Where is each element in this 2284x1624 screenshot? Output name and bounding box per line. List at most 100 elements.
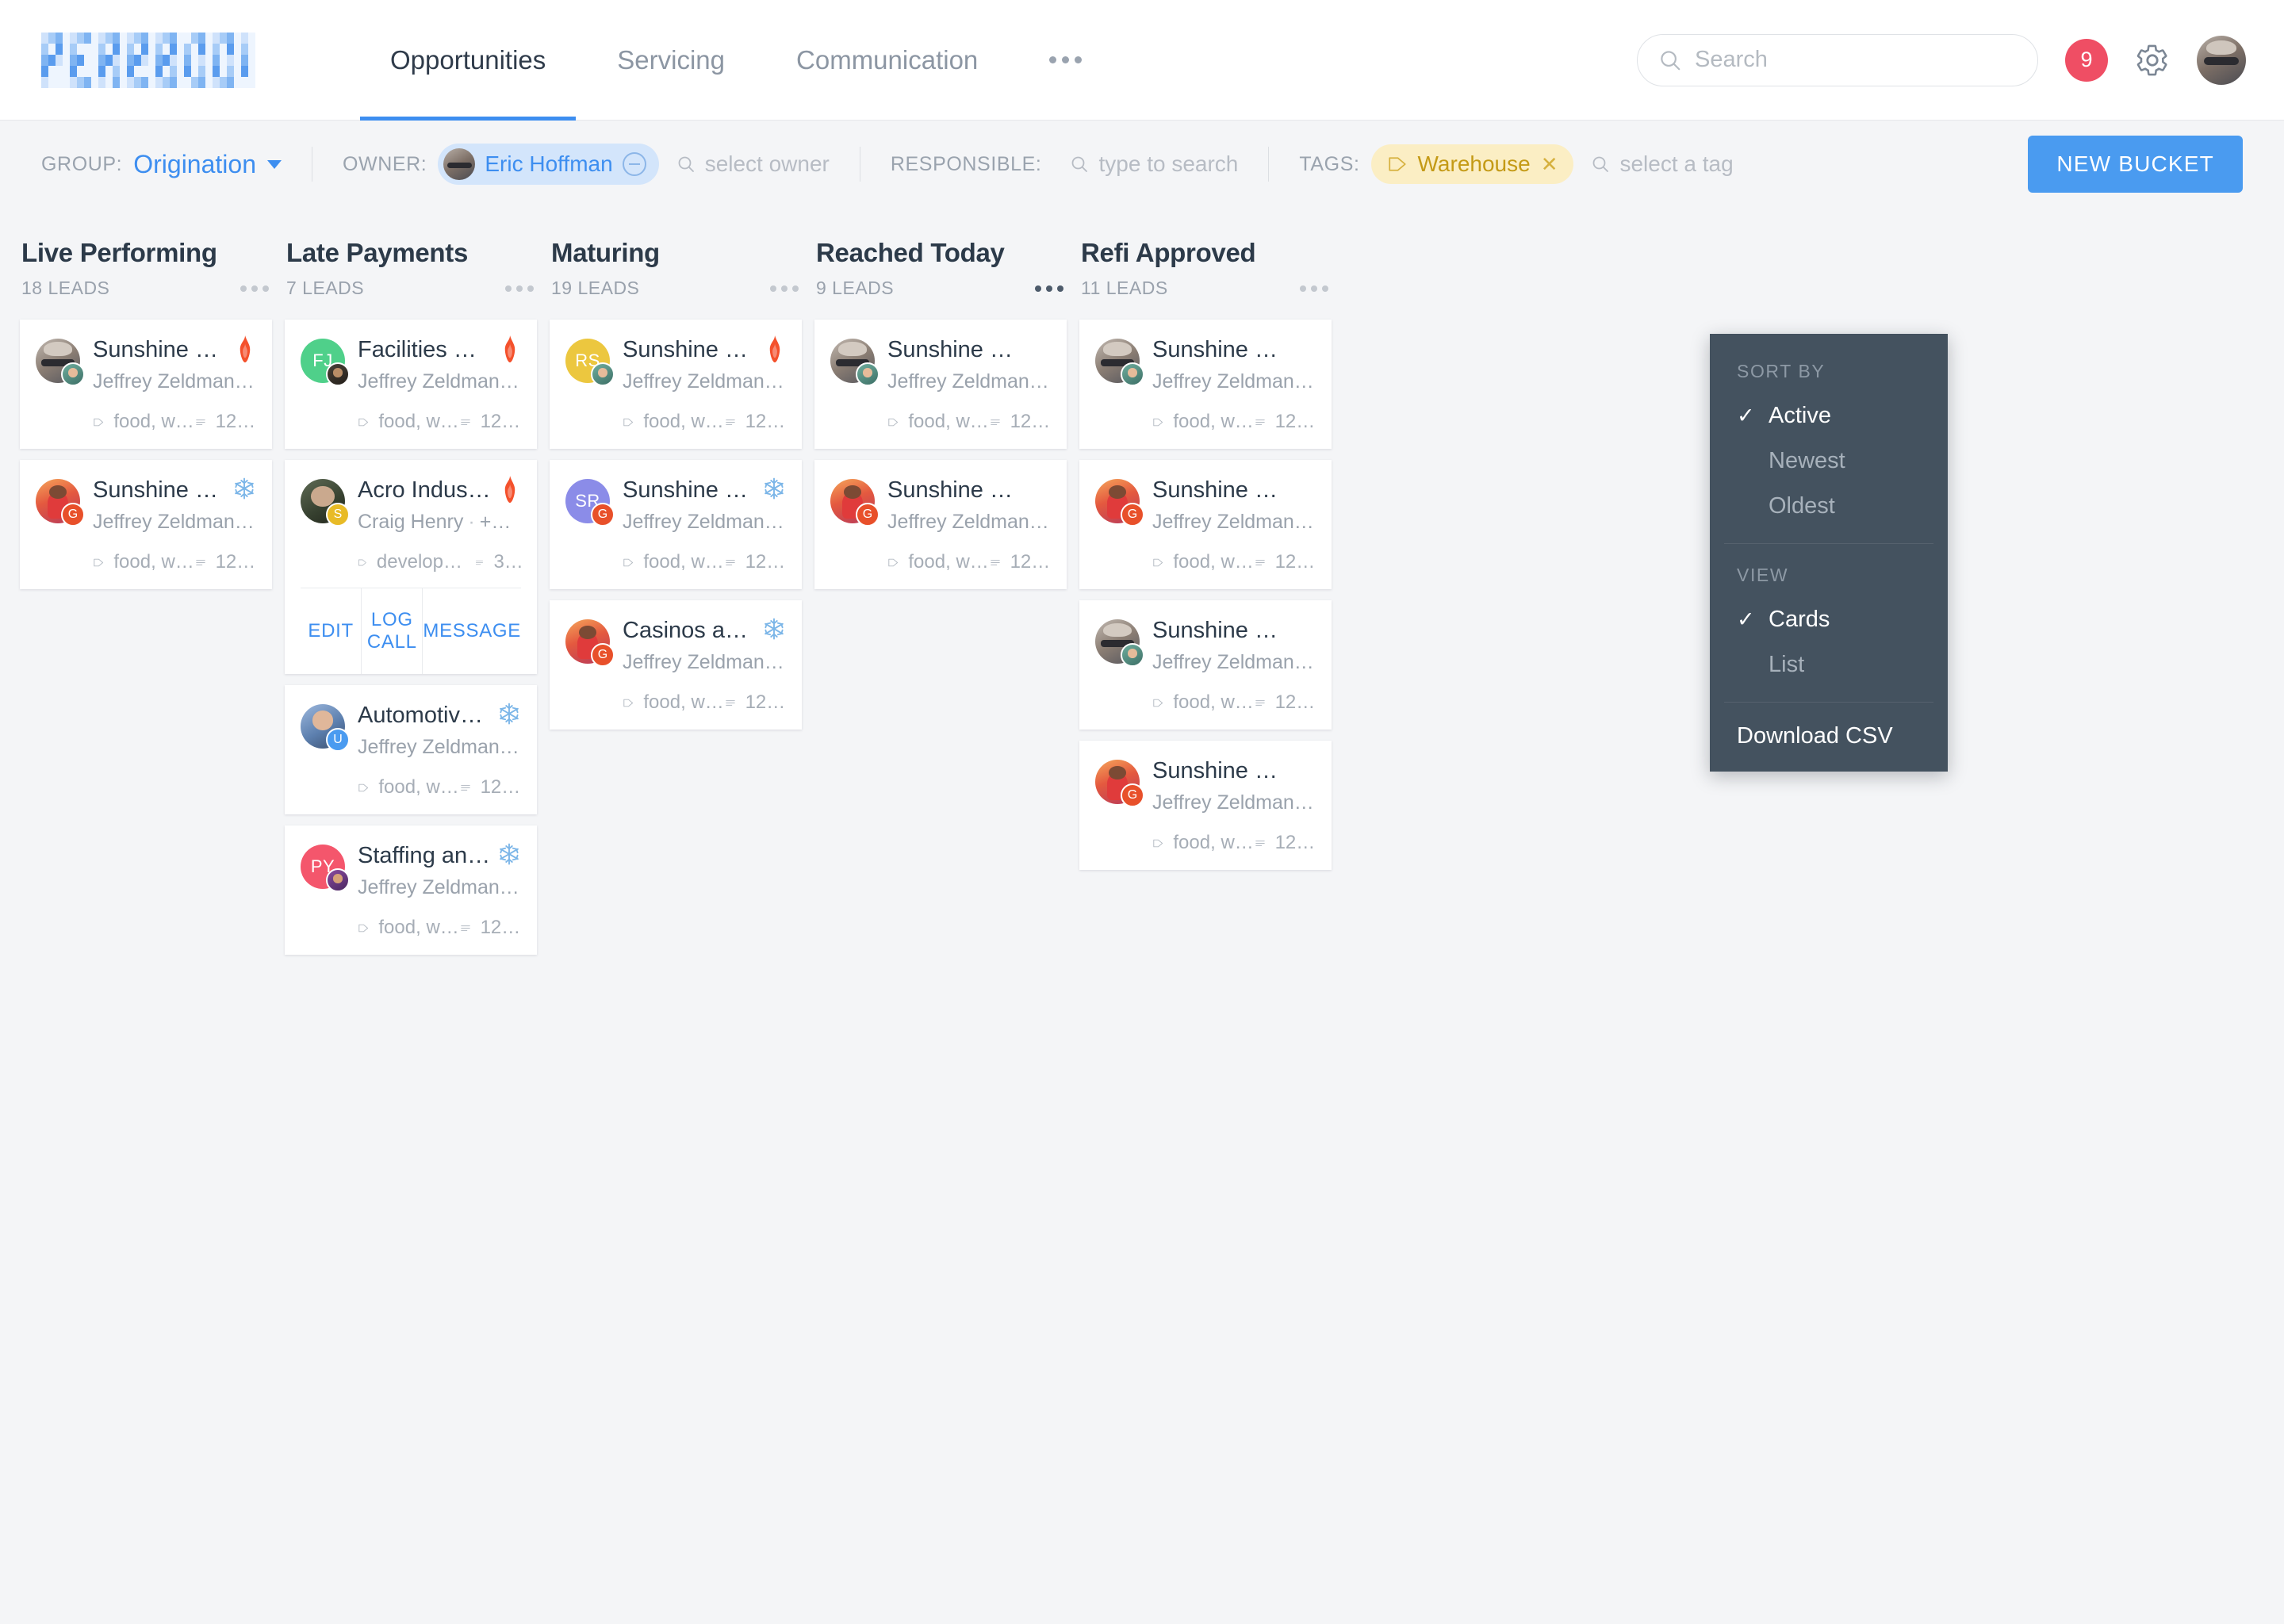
avatar-owner-badge xyxy=(591,362,615,386)
tag-icon xyxy=(1153,418,1163,426)
notes-icon xyxy=(476,560,484,565)
lead-card[interactable]: Sunshine Food Industries Jeffrey Zeldman·… xyxy=(20,320,272,450)
nav-item-opportunities[interactable]: Opportunities xyxy=(359,0,577,121)
lead-card-header: Sunshine Food Industries Jeffrey Zeldman·… xyxy=(830,337,1051,393)
owner-search-input[interactable]: select owner xyxy=(676,151,830,177)
download-csv-item[interactable]: Download CSV xyxy=(1710,703,1948,772)
lead-tags-text: food, warehouse xyxy=(908,551,989,573)
group-filter-label: GROUP: xyxy=(41,152,123,175)
column-options-button[interactable] xyxy=(239,281,270,297)
lead-card-header: G Sunshine Food Industries Jeffrey Zeldman… xyxy=(830,477,1051,534)
lead-card[interactable]: RS Sunshine Food Industries Jeffrey Zeldma… xyxy=(550,320,802,450)
notifications-badge[interactable]: 9 xyxy=(2065,38,2108,82)
lead-card[interactable]: Sunshine Food Industries Jeffrey Zeldman·… xyxy=(1079,600,1332,730)
lead-card-header: FJ Facilities Management Jeffrey Zeldman·+… xyxy=(301,335,521,393)
tag-icon xyxy=(888,558,899,566)
tag-icon xyxy=(358,559,366,566)
tag-search-input[interactable]: select a tag xyxy=(1591,151,1734,177)
owner-chip[interactable]: Eric Hoffman xyxy=(438,144,659,185)
filter-divider xyxy=(1268,147,1270,182)
owner-chip-remove-icon[interactable] xyxy=(622,152,646,176)
logo-pixel-glyphs xyxy=(41,32,255,88)
lead-card[interactable]: S Acro Industrial Developm... Craig Henry·… xyxy=(285,460,537,675)
column-options-button[interactable] xyxy=(1033,281,1065,297)
lead-card[interactable]: PYStaffing and Human Res...Jeffrey Zeldm… xyxy=(285,825,537,956)
nav-item-servicing[interactable]: Servicing xyxy=(617,0,725,121)
cold-snowflake-icon xyxy=(765,618,784,640)
lead-notes-text: 3 notes xyxy=(493,551,521,573)
column-options-button[interactable] xyxy=(1298,281,1330,297)
view-option-list[interactable]: List xyxy=(1710,642,1948,688)
lead-card[interactable]: UAutomotive ManufacturingJeffrey Zeldman… xyxy=(285,685,537,815)
lead-notes-text: 12 notes xyxy=(1274,551,1316,573)
lead-notes-text: 12 notes xyxy=(480,917,521,939)
tag-icon xyxy=(1153,839,1163,847)
lead-card[interactable]: GSunshine Food IndustriesJeffrey Zeldman… xyxy=(1079,741,1332,871)
lead-card[interactable]: FJ Facilities Management Jeffrey Zeldman·+… xyxy=(285,320,537,450)
view-option-cards[interactable]: ✓ Cards xyxy=(1710,597,1948,642)
column-header: Refi Approved 11 LEADS xyxy=(1079,238,1332,299)
lead-notes: 12 notes xyxy=(725,691,786,714)
lead-notes-text: 12 notes xyxy=(1010,411,1051,433)
tag-chip-remove-icon[interactable]: ✕ xyxy=(1541,154,1558,174)
group-filter-select[interactable]: Origination xyxy=(133,150,282,179)
lead-card[interactable]: GSunshine Food IndustriesJeffrey Zeldman… xyxy=(814,460,1067,590)
nav-more-icon[interactable] xyxy=(1049,0,1083,121)
avatar-owner-badge xyxy=(1121,643,1144,668)
settings-gear-button[interactable] xyxy=(2135,43,2170,78)
lead-card[interactable]: GSunshine Food IndustriesJeffrey Zeldman… xyxy=(1079,460,1332,590)
sort-by-section-label: SORT BY xyxy=(1737,361,1826,381)
lead-card-meta: food, warehouse 12 notes xyxy=(301,917,521,939)
lead-card-header: S Acro Industrial Developm... Craig Henry·… xyxy=(301,476,521,534)
new-bucket-button[interactable]: NEW BUCKET xyxy=(2028,136,2243,193)
sort-option-oldest[interactable]: Oldest xyxy=(1710,484,1948,529)
lead-company-name: Sunshine Food Industries xyxy=(1152,337,1316,362)
column-lead-count: 7 LEADS xyxy=(286,278,365,298)
log-call-button[interactable]: LOG CALL xyxy=(362,588,423,675)
tag-chip-label: Warehouse xyxy=(1417,151,1531,176)
cold-snowflake-icon xyxy=(765,477,784,500)
lead-company-name: Facilities Management xyxy=(358,337,521,362)
message-button[interactable]: MESSAGE xyxy=(423,588,522,675)
sort-option-newest[interactable]: Newest xyxy=(1710,439,1948,484)
cold-snowflake-icon xyxy=(235,477,254,500)
tag-chip[interactable]: Warehouse ✕ xyxy=(1370,144,1574,184)
column-options-button[interactable] xyxy=(768,281,800,297)
notes-icon xyxy=(1255,419,1265,425)
owner-search-placeholder: select owner xyxy=(704,151,830,176)
avatar-owner-badge: G xyxy=(61,503,85,527)
edit-button[interactable]: EDIT xyxy=(301,588,362,675)
lead-contact-line: Jeffrey Zeldman·+63 45 866 6900 xyxy=(358,736,521,759)
lead-tags-text: food, warehouse xyxy=(113,411,194,433)
hot-flame-icon xyxy=(769,335,780,362)
lead-contact-line: Jeffrey Zeldman·+63 45 866 6900 xyxy=(1152,370,1316,393)
nav-item-communication[interactable]: Communication xyxy=(796,0,978,121)
column-lead-count: 9 LEADS xyxy=(816,278,895,298)
lead-tags-text: food, warehouse xyxy=(378,411,459,433)
lead-card-meta: food, warehouse 12 notes xyxy=(301,776,521,799)
sort-option-active[interactable]: ✓ Active xyxy=(1710,393,1948,439)
lead-contact-line: Jeffrey Zeldman·+63 45 866 6900 xyxy=(1152,651,1316,674)
main-nav: Opportunities Servicing Communication xyxy=(359,0,1049,121)
lead-notes: 12 notes xyxy=(1255,411,1316,433)
search-box[interactable] xyxy=(1637,33,2038,86)
lead-card[interactable]: Sunshine Food Industries Jeffrey Zeldman·… xyxy=(1079,320,1332,450)
lead-card[interactable]: GSunshine Food IndustriesJeffrey Zeldman… xyxy=(20,460,272,590)
column-options-button[interactable] xyxy=(504,281,535,297)
lead-notes: 12 notes xyxy=(195,551,256,573)
column-header: Late Payments 7 LEADS xyxy=(285,238,537,299)
avatar-badge-initial: S xyxy=(333,508,343,522)
lead-notes-text: 12 notes xyxy=(1274,411,1316,433)
lead-card-meta: food, warehouse 12 notes xyxy=(301,411,521,433)
lead-card[interactable]: SRGSunshine Food IndustriesJeffrey Zeldm… xyxy=(550,460,802,590)
user-avatar[interactable] xyxy=(2197,35,2246,85)
responsible-search-input[interactable]: type to search xyxy=(1070,151,1238,177)
app-logo[interactable] xyxy=(41,32,255,88)
lead-card[interactable]: Sunshine Food Industries Jeffrey Zeldman·… xyxy=(814,320,1067,450)
lead-phone: +63 46 501 1188 xyxy=(479,511,521,534)
check-icon: ✓ xyxy=(1737,404,1755,427)
lead-tags: food, warehouse xyxy=(1152,551,1255,573)
lead-card[interactable]: GCasinos and Casino HotelsJeffrey Zeldma… xyxy=(550,600,802,730)
menu-item-label: Cards xyxy=(1769,607,1830,632)
search-input[interactable] xyxy=(1695,47,2017,73)
